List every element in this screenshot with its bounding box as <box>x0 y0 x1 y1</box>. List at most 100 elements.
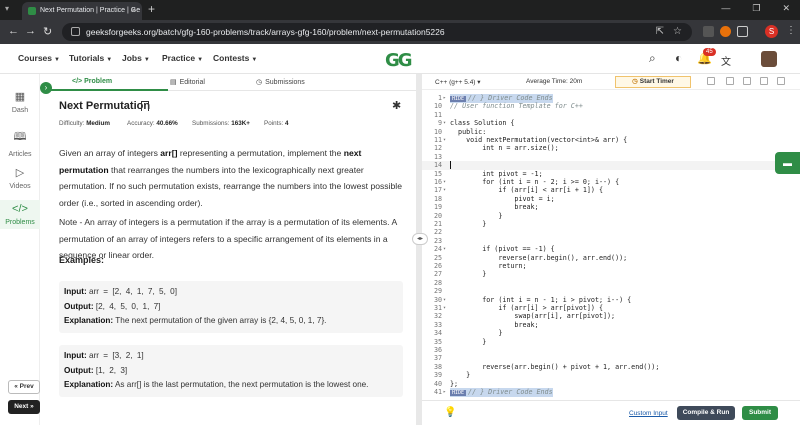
translate-icon[interactable]: 文 <box>721 53 731 68</box>
fold-toggle-icon[interactable]: ▾ <box>443 178 446 186</box>
code-line[interactable]: 11 <box>422 111 800 119</box>
browser-tab[interactable]: Next Permutation | Practice | Ge × <box>22 2 142 20</box>
code-line[interactable]: 30 ▾ for (int i = n - 1; i > pivot; i--) … <box>422 296 800 304</box>
code-line[interactable]: 10 public: <box>422 128 800 136</box>
code-line[interactable]: 16 ▾ for (int i = n - 2; i >= 0; i--) { <box>422 178 800 186</box>
code-line[interactable]: 31 ▾ if (arr[i] > arr[pivot]) { <box>422 304 800 312</box>
code-line[interactable]: 23 <box>422 237 800 245</box>
bookmark-icon[interactable] <box>141 101 149 111</box>
code-line[interactable]: 39 } <box>422 371 800 379</box>
fullscreen-icon[interactable] <box>760 77 768 85</box>
tab-editorial[interactable]: ▤ Editorial <box>170 78 205 86</box>
gfg-logo[interactable]: GG <box>385 50 413 71</box>
language-select[interactable]: C++ (g++ 5.4) ▾ <box>435 78 481 86</box>
fold-toggle-icon[interactable]: ▸ <box>443 94 446 102</box>
site-info-icon[interactable] <box>71 27 80 36</box>
report-bug-icon[interactable]: ✱ <box>392 99 401 112</box>
hidden-code-tag[interactable]: HIDE <box>450 96 467 102</box>
fold-toggle-icon[interactable]: ▾ <box>443 304 446 312</box>
rail-item-problems[interactable]: </> Problems <box>0 200 40 229</box>
code-line[interactable]: 35 } <box>422 338 800 346</box>
reset-code-icon[interactable] <box>707 77 715 85</box>
fold-toggle-icon[interactable]: ▾ <box>443 186 446 194</box>
rail-item-articles[interactable]: 🕮 Articles <box>0 128 40 158</box>
code-line[interactable]: 15 int pivot = -1; <box>422 170 800 178</box>
submit-button[interactable]: Submit <box>742 406 778 420</box>
back-icon[interactable]: ← <box>8 25 19 37</box>
tab-search-icon[interactable]: ▾ <box>5 4 9 13</box>
menu-practice[interactable]: Practice ▼ <box>162 53 203 63</box>
prev-problem-button[interactable]: « Prev <box>8 380 40 394</box>
code-line[interactable]: 25 reverse(arr.begin(), arr.end()); <box>422 254 800 262</box>
share-icon[interactable]: ⇱ <box>656 26 664 37</box>
forward-icon[interactable]: → <box>25 25 36 37</box>
compile-run-button[interactable]: Compile & Run <box>677 406 735 420</box>
fold-toggle-icon[interactable]: ▾ <box>443 119 446 127</box>
reload-icon[interactable]: ↻ <box>43 25 52 38</box>
code-line[interactable]: 1 ▸ HIDE// } Driver Code Ends <box>422 94 800 104</box>
code-line[interactable]: 9 ▾ class Solution { <box>422 119 800 127</box>
tab-submissions[interactable]: ◷ Submissions <box>256 78 305 86</box>
extension-icon[interactable] <box>720 26 731 37</box>
bookmark-star-icon[interactable]: ☆ <box>673 26 682 37</box>
code-line[interactable]: 10 // User function Template for C++ <box>422 102 800 110</box>
next-problem-button[interactable]: Next » <box>8 400 40 414</box>
code-line[interactable]: 13 <box>422 153 800 161</box>
url-field[interactable]: geeksforgeeks.org/batch/gfg-160-problems… <box>62 23 692 41</box>
collapse-sidebar-icon[interactable]: › <box>40 82 52 94</box>
extension-icon[interactable] <box>703 26 714 37</box>
code-line[interactable]: 14 <box>422 161 800 170</box>
extensions-puzzle-icon[interactable] <box>737 26 748 37</box>
code-line[interactable]: 38 reverse(arr.begin() + pivot + 1, arr.… <box>422 363 800 371</box>
user-avatar[interactable] <box>761 51 777 67</box>
custom-input-link[interactable]: Custom Input <box>629 410 668 417</box>
code-line[interactable]: 20 } <box>422 212 800 220</box>
browser-menu-icon[interactable]: ⋮ <box>786 25 796 36</box>
layout-icon[interactable] <box>777 77 785 85</box>
code-editor[interactable]: 1 ▸ HIDE// } Driver Code Ends 10// User fun… <box>422 94 800 398</box>
code-line[interactable]: 12 int n = arr.size(); <box>422 144 800 152</box>
hidden-code-tag[interactable]: HIDE <box>450 390 467 396</box>
menu-jobs[interactable]: Jobs ▼ <box>122 53 150 63</box>
fold-toggle-icon[interactable]: ▸ <box>443 388 446 396</box>
theme-toggle-icon[interactable]: ◐ <box>675 51 682 65</box>
code-line[interactable]: 17 ▾ if (arr[i] < arr[i + 1]) { <box>422 186 800 194</box>
menu-contests[interactable]: Contests ▼ <box>213 53 257 63</box>
code-line[interactable]: 40}; <box>422 380 800 388</box>
code-line[interactable]: 32 swap(arr[i], arr[pivot]); <box>422 312 800 320</box>
start-timer-button[interactable]: ◷ Start Timer <box>615 76 691 88</box>
code-line[interactable]: 34 } <box>422 329 800 337</box>
menu-courses[interactable]: Courses ▼ <box>18 53 60 63</box>
code-line[interactable]: 41 ▸ HIDE// } Driver Code Ends <box>422 388 800 398</box>
maximize-icon[interactable]: ❐ <box>752 3 760 14</box>
fold-toggle-icon[interactable]: ▾ <box>443 296 446 304</box>
resize-handle-icon[interactable]: ◂▸ <box>412 233 428 245</box>
chat-icon[interactable]: ▬ <box>775 152 800 174</box>
new-tab-icon[interactable]: + <box>148 2 155 16</box>
fold-toggle-icon[interactable]: ▾ <box>443 245 446 253</box>
code-line[interactable]: 24 ▾ if (pivot == -1) { <box>422 245 800 253</box>
code-line[interactable]: 29 <box>422 287 800 295</box>
search-icon[interactable]: ⌕ <box>649 51 656 66</box>
code-line[interactable]: 28 <box>422 279 800 287</box>
code-line[interactable]: 22 <box>422 228 800 236</box>
code-line[interactable]: 21 } <box>422 220 800 228</box>
code-line[interactable]: 18 pivot = i; <box>422 195 800 203</box>
close-tab-icon[interactable]: × <box>131 5 136 15</box>
rail-item-videos[interactable]: ▷ Videos <box>0 166 40 190</box>
code-line[interactable]: 27 } <box>422 270 800 278</box>
rail-item-dash[interactable]: ▦ Dash <box>0 90 40 114</box>
code-line[interactable]: 37 <box>422 354 800 362</box>
code-line[interactable]: 36 <box>422 346 800 354</box>
minimize-icon[interactable]: — <box>721 3 730 14</box>
copy-code-icon[interactable] <box>726 77 734 85</box>
code-line[interactable]: 26 return; <box>422 262 800 270</box>
profile-avatar[interactable]: S <box>765 25 778 38</box>
tab-problem[interactable]: </> Problem <box>72 78 112 85</box>
close-window-icon[interactable]: ✕ <box>782 3 790 14</box>
fold-toggle-icon[interactable]: ▾ <box>443 136 446 144</box>
hint-bulb-icon[interactable]: 💡 <box>444 407 456 418</box>
settings-icon[interactable] <box>743 77 751 85</box>
code-line[interactable]: 11 ▾ void nextPermutation(vector<int>& ar… <box>422 136 800 144</box>
code-line[interactable]: 33 break; <box>422 321 800 329</box>
